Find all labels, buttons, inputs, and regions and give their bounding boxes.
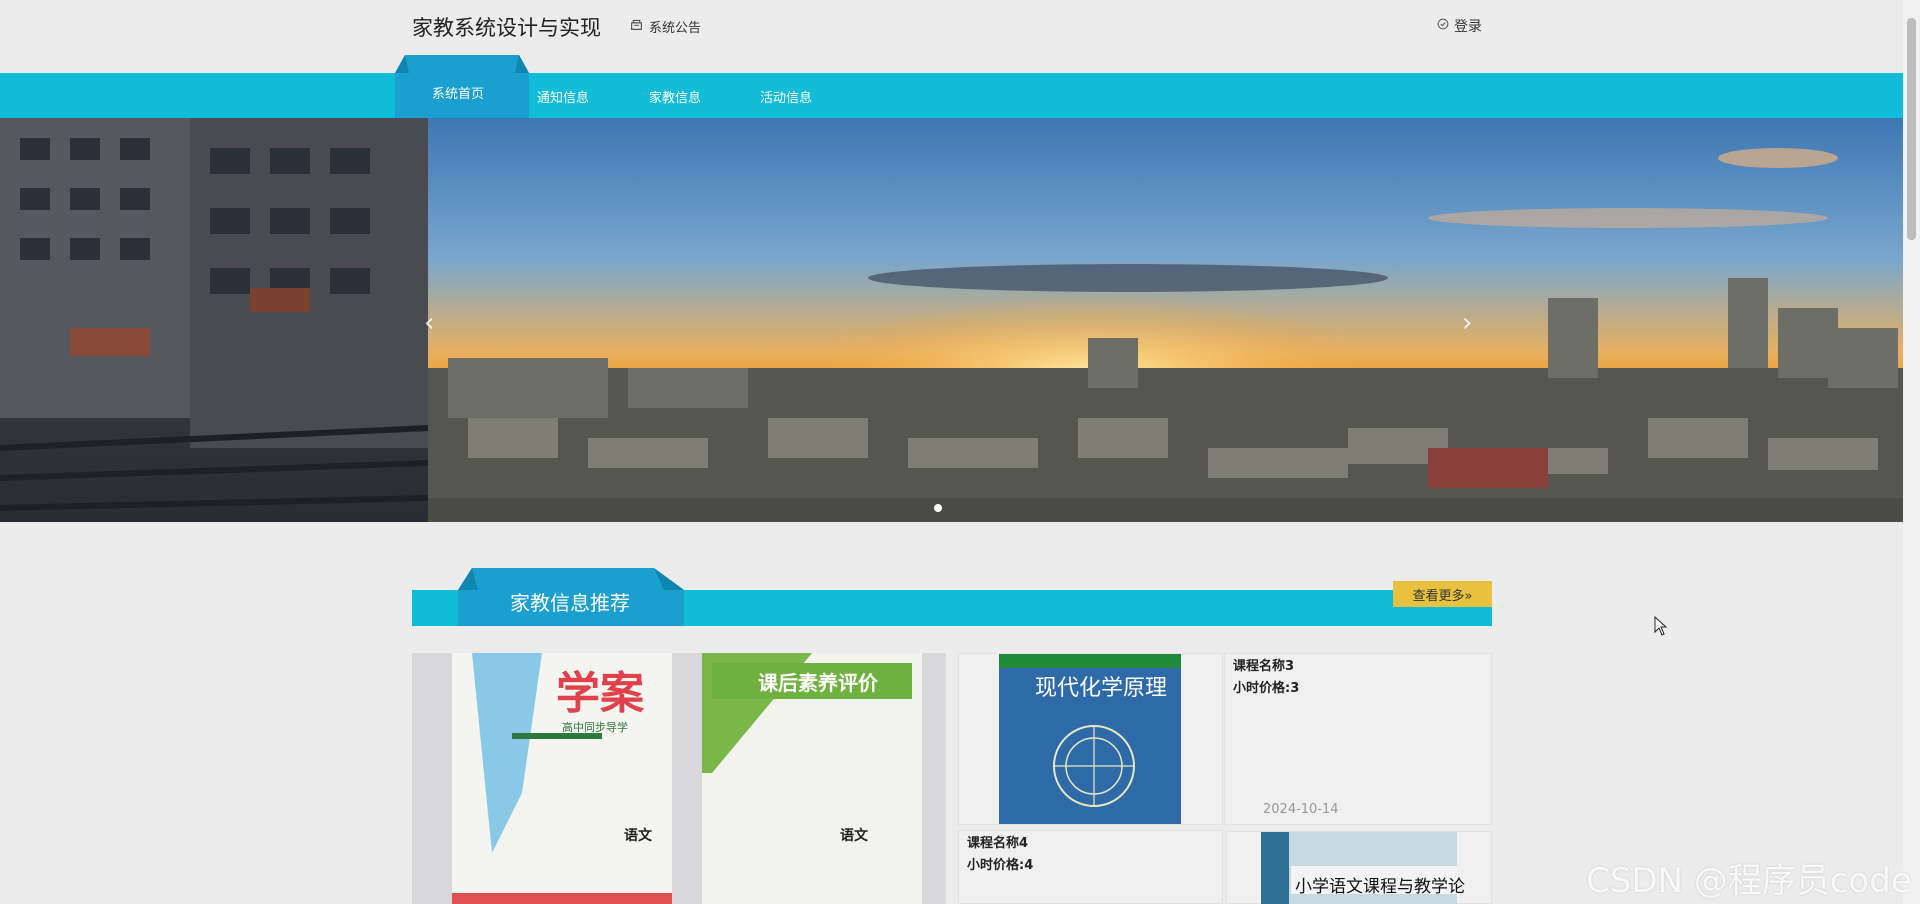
top-header: 家教系统设计与实现 系统公告 登录 — [0, 0, 1900, 73]
banner-slide-building — [0, 118, 428, 522]
banner-dot[interactable] — [934, 504, 942, 512]
card-4-price: 小时价格:4 — [967, 858, 1034, 873]
tutor-card-3-image-cell[interactable]: 现代化学原理 — [958, 653, 1223, 825]
card-3-book-title: 现代化学原理 — [1035, 676, 1168, 701]
section-title: 家教信息推荐 — [510, 591, 630, 615]
tutor-card-3-info[interactable]: 课程名称3 小时价格:3 2024-10-14 — [1224, 653, 1492, 825]
login-link[interactable]: 登录 — [1437, 16, 1482, 36]
notice-label: 系统公告 — [649, 21, 702, 36]
notice-link[interactable]: 系统公告 — [630, 17, 701, 36]
book-left-title: 学案 — [556, 668, 644, 719]
tutor-card-4-info[interactable]: 课程名称4 小时价格:4 — [958, 830, 1223, 904]
mouse-cursor-icon — [1654, 616, 1668, 636]
book-left-subtitle: 高中同步导学 — [562, 721, 628, 734]
nav-items: 系统首页 通知信息 家教信息 活动信息 — [0, 73, 1903, 118]
nav-item-activity[interactable]: 活动信息 — [760, 87, 812, 106]
book-right-subject: 语文 — [840, 828, 868, 844]
banner-next-icon[interactable]: › — [1462, 308, 1472, 338]
banner-carousel[interactable]: ‹ › — [0, 118, 1903, 522]
tutor-card-featured[interactable]: 学案 高中同步导学 语文 课后素养评价 语文 — [412, 653, 946, 904]
card-3-price: 小时价格:3 — [1233, 681, 1300, 696]
notice-icon — [630, 18, 643, 35]
card-4-name: 课程名称4 — [967, 836, 1029, 851]
login-icon — [1437, 18, 1449, 34]
banner-slide-city-sunset — [428, 118, 1903, 522]
site-title: 家教系统设计与实现 — [412, 16, 601, 40]
card-4-book-title: 小学语文课程与教学论 — [1295, 877, 1465, 897]
banner-prev-icon[interactable]: ‹ — [424, 308, 434, 338]
login-label: 登录 — [1454, 19, 1482, 35]
book-left-subject: 语文 — [624, 828, 652, 844]
watermark-text: CSDN @程序员code — [1586, 861, 1912, 901]
card-3-name: 课程名称3 — [1233, 659, 1295, 674]
tutor-card-4-image-cell[interactable]: 小学语文课程与教学论 — [1226, 831, 1492, 904]
scrollbar-thumb[interactable] — [1907, 18, 1916, 240]
nav-item-home[interactable]: 系统首页 — [432, 83, 484, 102]
card-3-date: 2024-10-14 — [1263, 802, 1339, 817]
nav-item-notice[interactable]: 通知信息 — [537, 87, 589, 106]
book-right-title: 课后素养评价 — [758, 671, 878, 695]
nav-item-tutor[interactable]: 家教信息 — [649, 87, 701, 106]
banner-dots — [934, 504, 942, 512]
view-more-button[interactable]: 查看更多» — [1393, 581, 1492, 607]
